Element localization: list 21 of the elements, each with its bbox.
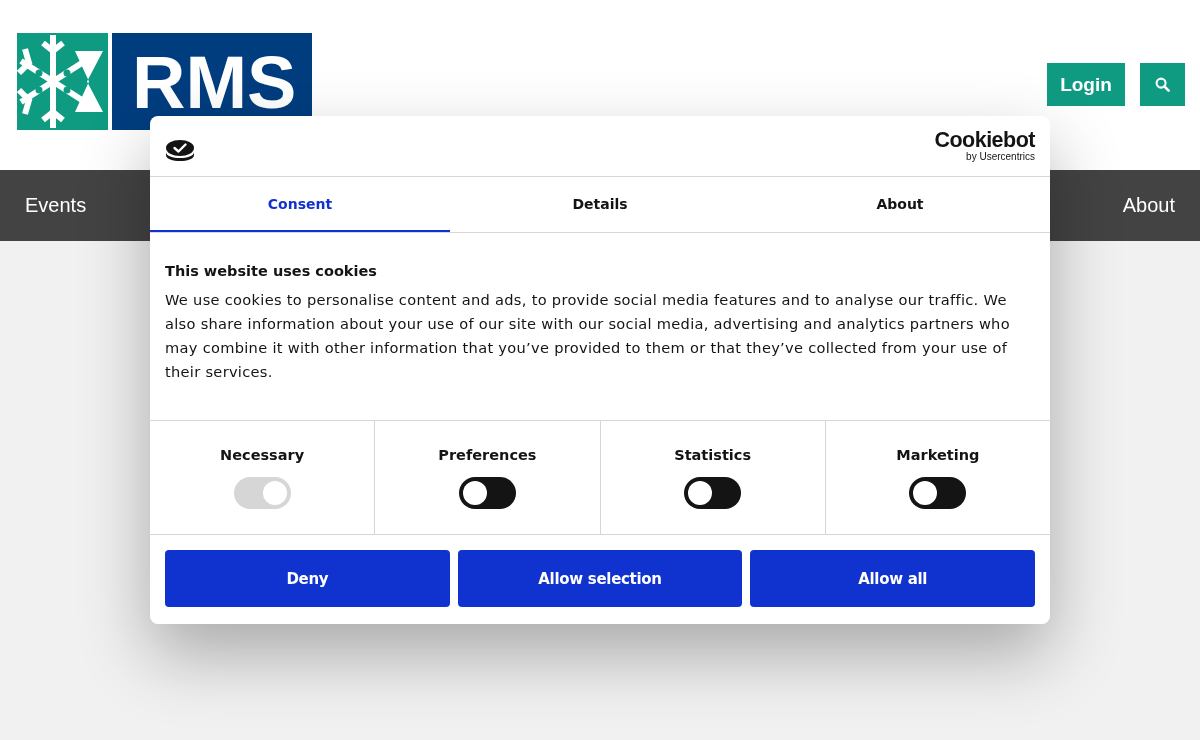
category-label: Preferences xyxy=(438,447,537,463)
consent-stack-icon xyxy=(165,139,195,161)
toggle-switch[interactable] xyxy=(684,477,742,509)
consent-button[interactable]: Allow selection xyxy=(457,550,743,607)
search-button[interactable] xyxy=(1140,63,1185,106)
brand-tagline: by Usercentrics xyxy=(966,152,1035,163)
category-label: Necessary xyxy=(220,447,305,463)
toggle-switch[interactable] xyxy=(458,477,516,509)
nav-link[interactable]: Events xyxy=(25,194,87,217)
nav-link[interactable]: About xyxy=(1122,194,1175,217)
brand-name: Cookiebot xyxy=(934,129,1035,152)
dialog-title: This website uses cookies xyxy=(165,263,378,279)
search-icon xyxy=(1155,77,1170,92)
snowflake-icon xyxy=(17,33,108,130)
category-label: Marketing xyxy=(896,447,980,463)
consent-button[interactable]: Deny xyxy=(165,550,450,607)
dialog-tab[interactable]: Consent xyxy=(150,177,450,232)
consent-button[interactable]: Allow all xyxy=(750,550,1035,607)
category-label: Statistics xyxy=(674,447,752,463)
dialog-text: We use cookies to personalise content and ads, to provide social media features and to analyse our traffic. We also share information about your use of our site with our social media, advertising and analytics partners who may combine it with other information that you’ve provided to them or that they’ve collected from your use of their services. xyxy=(165,290,1011,382)
toggle-switch[interactable] xyxy=(909,477,967,509)
